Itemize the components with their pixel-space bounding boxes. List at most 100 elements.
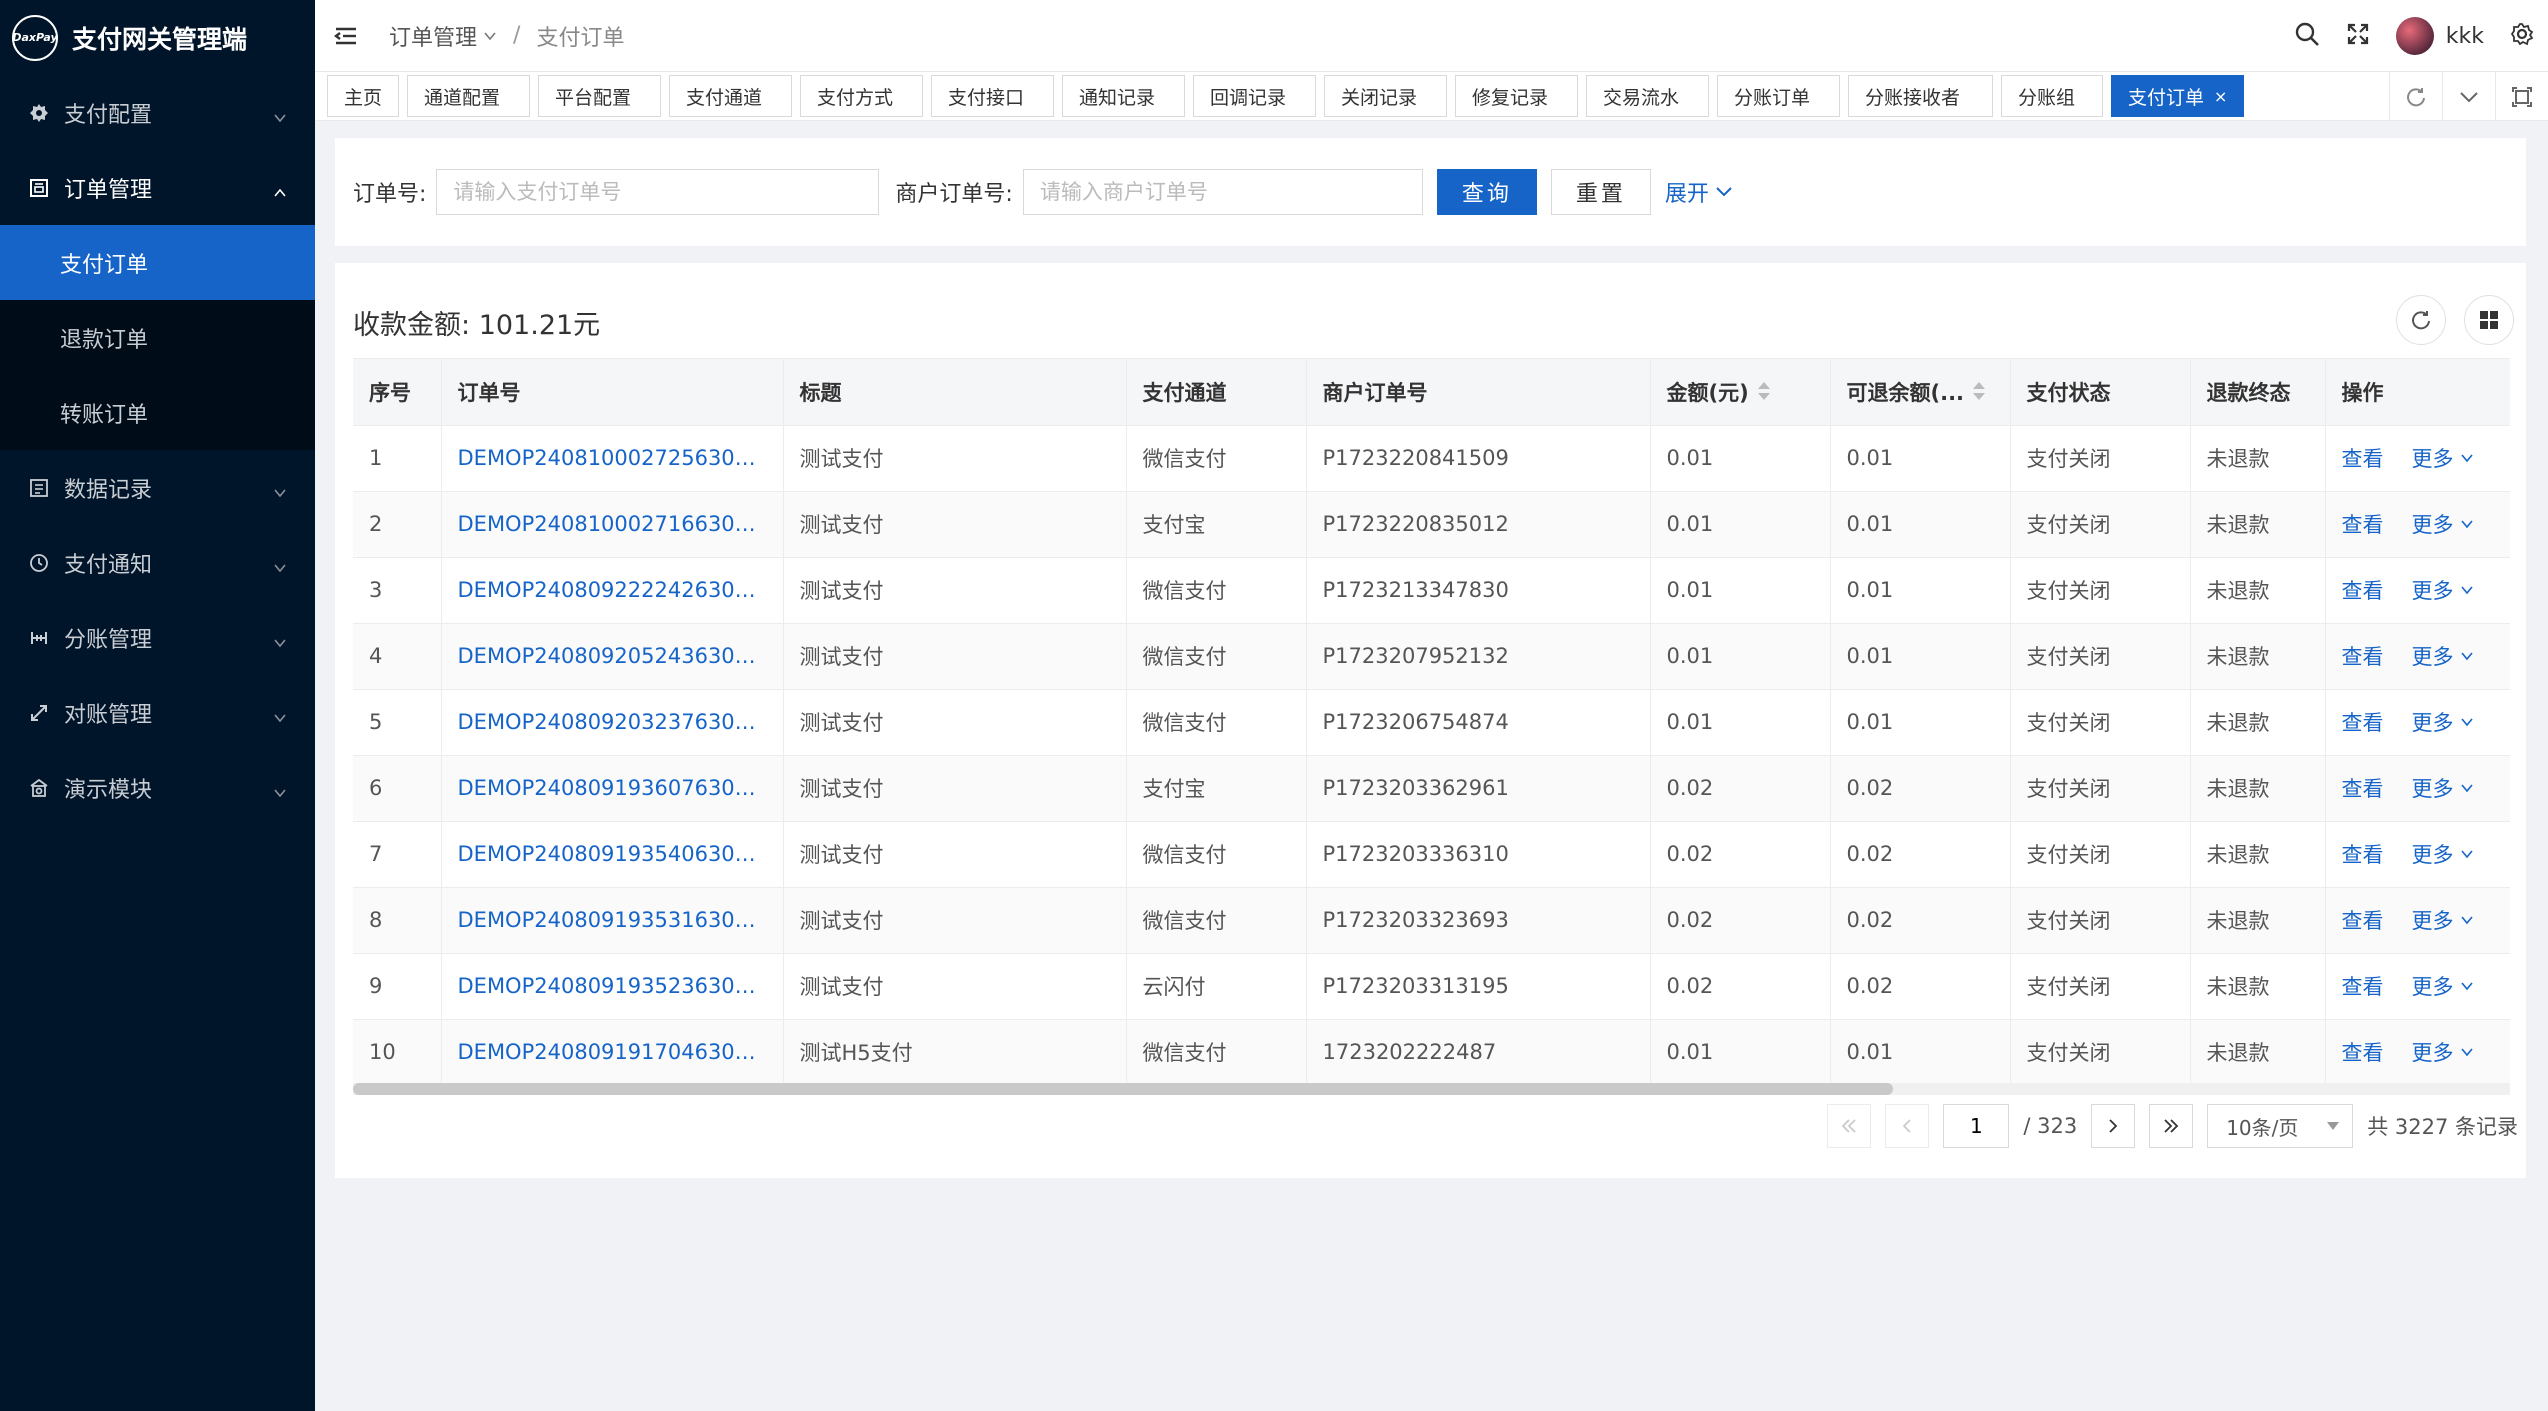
sidebar-subitem-2[interactable]: 转账订单: [0, 375, 315, 450]
column-header-5[interactable]: 金额(元): [1650, 359, 1831, 426]
page-number-input[interactable]: [1943, 1104, 2010, 1148]
more-dropdown[interactable]: 更多: [2412, 443, 2474, 473]
total-pages: / 323: [2023, 1114, 2078, 1138]
app-logo[interactable]: DaxPay 支付网关管理端: [0, 0, 315, 75]
sidebar-item-1[interactable]: 订单管理: [0, 150, 315, 225]
column-settings-icon[interactable]: [2464, 295, 2514, 345]
tab-5[interactable]: 支付接口: [931, 75, 1055, 117]
view-button[interactable]: 查看: [2342, 1041, 2384, 1065]
sidebar-item-2[interactable]: 数据记录: [0, 450, 315, 525]
order-no-link[interactable]: DEMOP24081000272563003487: [441, 425, 784, 492]
fullscreen-icon[interactable]: [2346, 22, 2370, 51]
last-page-icon[interactable]: [2149, 1104, 2194, 1148]
view-button[interactable]: 查看: [2342, 645, 2384, 669]
sidebar-item-4[interactable]: 分账管理: [0, 600, 315, 675]
username[interactable]: kkk: [2446, 24, 2484, 49]
table-cell: 云闪付: [1126, 953, 1307, 1020]
order-no-link[interactable]: DEMOP24080919170463003478: [441, 1019, 784, 1086]
order-no-link[interactable]: DEMOP24081000271663003486: [441, 491, 784, 558]
view-button[interactable]: 查看: [2342, 579, 2384, 603]
row-actions: 查看 更多: [2325, 887, 2510, 954]
view-button[interactable]: 查看: [2342, 711, 2384, 735]
tab-1[interactable]: 通道配置: [407, 75, 531, 117]
more-dropdown[interactable]: 更多: [2412, 839, 2474, 869]
merchant-order-no-input[interactable]: [1022, 169, 1423, 215]
order-no-link[interactable]: DEMOP24080919353163003480: [441, 887, 784, 954]
column-header-6[interactable]: 可退余额(...: [1830, 359, 2011, 426]
order-no-link[interactable]: DEMOP24080919354063003481: [441, 821, 784, 888]
reload-tab-icon[interactable]: [2389, 72, 2442, 121]
breadcrumb-item-order-management[interactable]: 订单管理: [389, 20, 477, 52]
tab-7[interactable]: 回调记录: [1193, 75, 1317, 117]
chevron-down-icon: [2460, 578, 2474, 602]
table-cell: 9: [353, 953, 442, 1020]
tab-3[interactable]: 支付通道: [669, 75, 793, 117]
more-dropdown[interactable]: 更多: [2412, 971, 2474, 1001]
table-cell: 未退款: [2190, 755, 2326, 822]
tab-label: 支付方式: [817, 86, 894, 109]
sort-icon[interactable]: [1757, 380, 1771, 407]
sidebar-item-5[interactable]: 对账管理: [0, 675, 315, 750]
order-no-link[interactable]: DEMOP24080922224263003485: [441, 557, 784, 624]
tab-dropdown-icon[interactable]: [2442, 72, 2495, 121]
tab-8[interactable]: 关闭记录: [1324, 75, 1448, 117]
tab-4[interactable]: 支付方式: [800, 75, 924, 117]
tab-maximize-icon[interactable]: [2495, 72, 2548, 121]
tab-6[interactable]: 通知记录: [1062, 75, 1186, 117]
tab-12[interactable]: 分账接收者: [1848, 75, 1994, 117]
sidebar-item-3[interactable]: 支付通知: [0, 525, 315, 600]
close-icon[interactable]: ×: [2214, 87, 2227, 106]
query-button[interactable]: 查询: [1436, 169, 1537, 215]
tab-label: 通道配置: [424, 86, 501, 109]
table-cell: P1723207952132: [1306, 623, 1651, 690]
view-button[interactable]: 查看: [2342, 843, 2384, 867]
horizontal-scrollbar[interactable]: [353, 1083, 2510, 1095]
more-dropdown[interactable]: 更多: [2412, 509, 2474, 539]
order-no-link[interactable]: DEMOP24080919352363003479: [441, 953, 784, 1020]
more-dropdown[interactable]: 更多: [2412, 905, 2474, 935]
search-icon[interactable]: [2294, 21, 2320, 52]
tab-14[interactable]: 支付订单 ×: [2111, 75, 2245, 117]
order-no-link[interactable]: DEMOP24080920524363003484: [441, 623, 784, 690]
view-button[interactable]: 查看: [2342, 447, 2384, 471]
order-no-link[interactable]: DEMOP24080920323763003483: [441, 689, 784, 756]
expand-filters-link[interactable]: 展开: [1665, 176, 1733, 208]
view-button[interactable]: 查看: [2342, 513, 2384, 537]
refresh-icon[interactable]: [2396, 295, 2446, 345]
sidebar-subitem-1[interactable]: 退款订单: [0, 300, 315, 375]
tab-11[interactable]: 分账订单: [1717, 75, 1841, 117]
more-dropdown[interactable]: 更多: [2412, 1037, 2474, 1067]
more-dropdown[interactable]: 更多: [2412, 641, 2474, 671]
reset-button[interactable]: 重置: [1550, 169, 1651, 215]
sidebar-subitem-0[interactable]: 支付订单: [0, 225, 315, 300]
first-page-icon[interactable]: [1827, 1104, 1872, 1148]
sidebar-item-0[interactable]: 支付配置: [0, 75, 315, 150]
avatar[interactable]: [2395, 17, 2434, 55]
gear-icon[interactable]: [2510, 22, 2534, 51]
scrollbar-thumb[interactable]: [353, 1083, 1893, 1095]
column-header-9: 操作: [2325, 359, 2510, 426]
tab-2[interactable]: 平台配置: [538, 75, 662, 117]
order-no-link[interactable]: DEMOP24080919360763003482: [441, 755, 784, 822]
prev-page-icon[interactable]: [1885, 1104, 1930, 1148]
menu-collapse-icon[interactable]: [329, 19, 363, 53]
more-dropdown[interactable]: 更多: [2412, 773, 2474, 803]
next-page-icon[interactable]: [2091, 1104, 2136, 1148]
tab-9[interactable]: 修复记录: [1455, 75, 1579, 117]
sort-icon[interactable]: [1972, 380, 1986, 407]
view-button[interactable]: 查看: [2342, 975, 2384, 999]
table-cell: 测试支付: [783, 623, 1127, 690]
column-header-label: 支付通道: [1142, 380, 1227, 405]
tab-13[interactable]: 分账组: [2001, 75, 2104, 117]
more-dropdown[interactable]: 更多: [2412, 575, 2474, 605]
tab-label: 通知记录: [1079, 86, 1156, 109]
table-cell: 未退款: [2190, 821, 2326, 888]
more-dropdown[interactable]: 更多: [2412, 707, 2474, 737]
view-button[interactable]: 查看: [2342, 909, 2384, 933]
tab-0[interactable]: 主页: [327, 75, 400, 117]
sidebar-item-6[interactable]: 演示模块: [0, 750, 315, 825]
page-size-select[interactable]: 10条/页: [2207, 1104, 2354, 1148]
tab-10[interactable]: 交易流水: [1586, 75, 1710, 117]
order-no-input[interactable]: [436, 169, 880, 215]
view-button[interactable]: 查看: [2342, 777, 2384, 801]
